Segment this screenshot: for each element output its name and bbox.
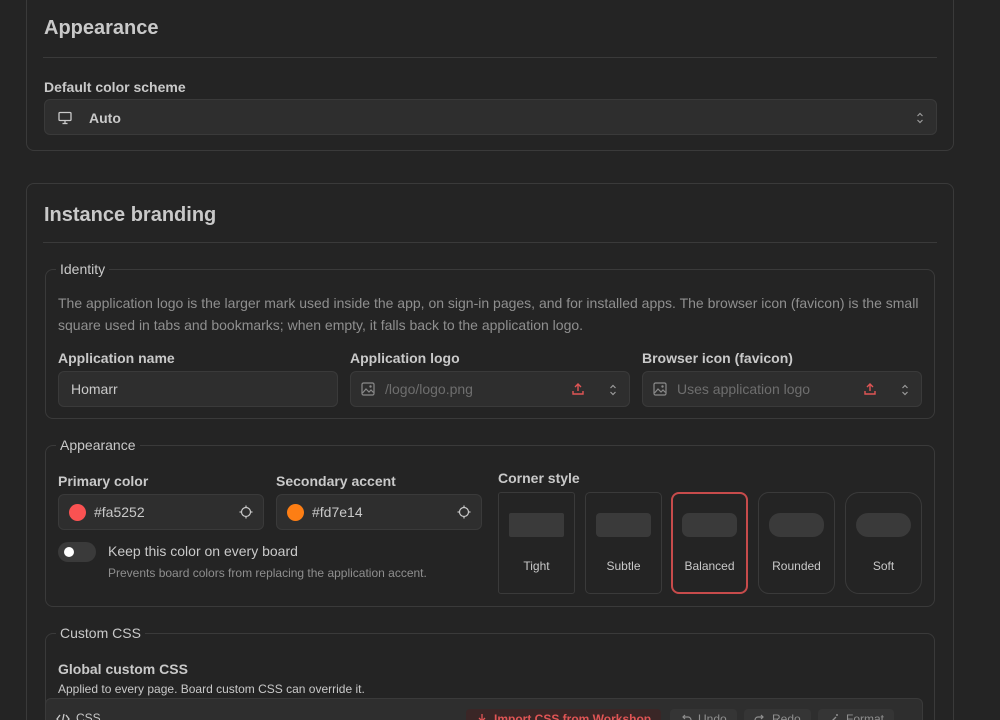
- secondary-accent-value: #fd7e14: [312, 504, 363, 520]
- format-button[interactable]: Format: [818, 709, 895, 720]
- app-name-input[interactable]: Homarr: [58, 371, 338, 407]
- undo-button[interactable]: Undo: [670, 709, 737, 720]
- global-css-label: Global custom CSS: [58, 661, 188, 677]
- redo-button[interactable]: Redo: [744, 709, 811, 720]
- corner-option-tight[interactable]: Tight: [498, 492, 575, 594]
- corner-preview: [682, 513, 737, 537]
- appearance-title: Appearance: [44, 17, 159, 39]
- primary-color-input[interactable]: #fa5252: [58, 494, 264, 530]
- image-icon: [361, 382, 375, 396]
- favicon-input[interactable]: Uses application logo: [642, 371, 922, 407]
- corner-option-rounded[interactable]: Rounded: [758, 492, 835, 594]
- branding-appearance-legend: Appearance: [56, 437, 140, 453]
- wand-icon: [832, 714, 838, 720]
- color-scheme-label: Default color scheme: [44, 79, 186, 95]
- corner-option-subtle[interactable]: Subtle: [585, 492, 662, 594]
- upload-icon[interactable]: [863, 382, 877, 396]
- app-logo-input[interactable]: /logo/logo.png: [350, 371, 630, 407]
- undo-icon: [682, 714, 692, 720]
- editor-tab-css[interactable]: CSS: [76, 711, 101, 720]
- format-label: Format: [846, 712, 885, 720]
- import-css-label: Import CSS from Workshop: [494, 712, 652, 720]
- corner-preview: [596, 513, 651, 537]
- corner-option-label: Rounded: [772, 559, 821, 573]
- keep-color-label: Keep this color on every board: [108, 543, 298, 559]
- identity-legend: Identity: [56, 261, 110, 277]
- secondary-accent-input[interactable]: #fd7e14: [276, 494, 482, 530]
- image-icon: [653, 382, 667, 396]
- color-scheme-select[interactable]: Auto: [44, 99, 937, 135]
- app-name-label: Application name: [58, 350, 175, 366]
- global-css-help: Applied to every page. Board custom CSS …: [58, 682, 365, 696]
- appearance-card: Appearance Default color scheme Auto: [26, 0, 954, 151]
- chevron-updown-icon[interactable]: [609, 383, 617, 397]
- corner-preview: [509, 513, 564, 537]
- secondary-color-swatch: [287, 504, 304, 521]
- monitor-icon: [58, 111, 72, 125]
- chevron-updown-icon[interactable]: [901, 383, 909, 397]
- download-icon: [478, 714, 486, 720]
- appearance-divider: [43, 57, 937, 58]
- corner-preview: [769, 513, 824, 537]
- redo-label: Redo: [772, 712, 801, 720]
- corner-option-label: Soft: [872, 559, 895, 573]
- corner-style-label: Corner style: [498, 470, 580, 486]
- corner-option-label: Balanced: [684, 559, 735, 573]
- corner-option-balanced[interactable]: Balanced: [671, 492, 748, 594]
- upload-icon[interactable]: [571, 382, 585, 396]
- css-editor-toolbar: CSS Import CSS from Workshop Undo Redo F…: [45, 698, 923, 720]
- toggle-knob: [64, 547, 74, 557]
- identity-fieldset: Identity The application logo is the lar…: [45, 261, 935, 419]
- keep-color-toggle[interactable]: [58, 542, 96, 562]
- corner-option-label: Tight: [523, 559, 550, 573]
- color-picker-icon[interactable]: [239, 505, 253, 519]
- branding-divider: [43, 242, 937, 243]
- primary-color-swatch: [69, 504, 86, 521]
- branding-card: Instance branding Identity The applicati…: [26, 183, 954, 720]
- corner-preview: [856, 513, 911, 537]
- secondary-accent-label: Secondary accent: [276, 473, 396, 489]
- app-logo-label: Application logo: [350, 350, 460, 366]
- favicon-label: Browser icon (favicon): [642, 350, 793, 366]
- color-picker-icon[interactable]: [457, 505, 471, 519]
- chevron-updown-icon: [917, 112, 923, 124]
- favicon-placeholder: Uses application logo: [677, 381, 811, 397]
- branding-title: Instance branding: [44, 204, 217, 226]
- redo-icon: [754, 714, 764, 720]
- color-scheme-value: Auto: [89, 110, 121, 126]
- custom-css-legend: Custom CSS: [56, 625, 145, 641]
- identity-help: The application logo is the larger mark …: [58, 295, 919, 333]
- keep-color-help: Prevents board colors from replacing the…: [108, 566, 427, 580]
- primary-color-label: Primary color: [58, 473, 149, 489]
- branding-appearance-fieldset: Appearance Primary color #fa5252 Seconda…: [45, 437, 935, 607]
- corner-option-label: Subtle: [606, 559, 641, 573]
- undo-label: Undo: [698, 712, 727, 720]
- code-icon: [56, 713, 70, 720]
- import-css-button[interactable]: Import CSS from Workshop: [466, 709, 662, 720]
- app-logo-placeholder: /logo/logo.png: [385, 381, 473, 397]
- corner-option-soft[interactable]: Soft: [845, 492, 922, 594]
- primary-color-value: #fa5252: [94, 504, 145, 520]
